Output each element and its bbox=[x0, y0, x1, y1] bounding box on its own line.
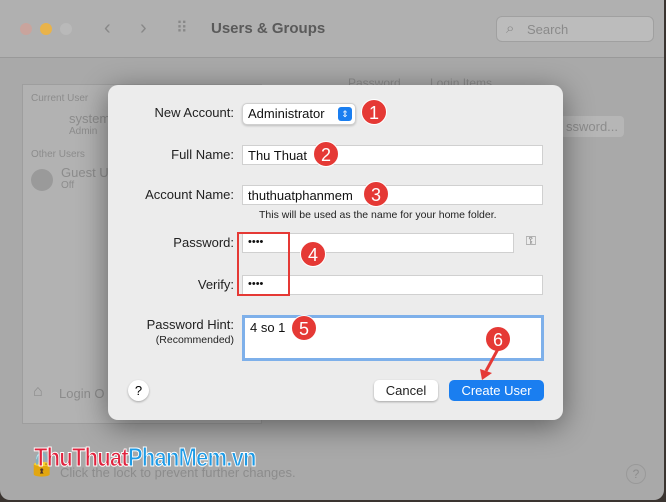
minimize-button[interactable] bbox=[40, 23, 52, 35]
other-users-header: Other Users bbox=[31, 149, 85, 160]
account-type-value: Administrator bbox=[248, 106, 325, 121]
close-button[interactable] bbox=[20, 23, 32, 35]
annotation-5: 5 bbox=[291, 315, 317, 341]
verify-label: Verify: bbox=[197, 277, 234, 292]
guest-name[interactable]: Guest U bbox=[61, 165, 109, 180]
guest-avatar bbox=[31, 169, 53, 191]
account-name-hint: This will be used as the name for your h… bbox=[259, 209, 497, 221]
account-name-field[interactable]: thuthuatphanmem bbox=[242, 185, 543, 205]
password-label: Password: bbox=[173, 235, 234, 250]
title-bar: ‹ › ⠿ Users & Groups ⌕ Search bbox=[0, 0, 664, 58]
annotation-4: 4 bbox=[300, 241, 326, 267]
full-name-label: Full Name: bbox=[171, 147, 234, 162]
create-user-button[interactable]: Create User bbox=[449, 380, 544, 401]
forward-icon[interactable]: › bbox=[140, 17, 147, 40]
hint-label: Password Hint: bbox=[146, 317, 234, 332]
watermark-logo: ThuThuatPhanMem.vn bbox=[34, 442, 257, 473]
search-placeholder: Search bbox=[527, 22, 569, 37]
key-icon[interactable]: ⚿ bbox=[526, 233, 536, 249]
search-input[interactable]: ⌕ Search bbox=[496, 16, 654, 42]
password-highlight-box bbox=[237, 232, 290, 296]
back-icon[interactable]: ‹ bbox=[104, 17, 111, 40]
current-user-header: Current User bbox=[31, 93, 89, 104]
user-name[interactable]: system bbox=[69, 111, 110, 126]
watermark-part1: ThuThuat bbox=[34, 442, 130, 473]
annotation-1: 1 bbox=[361, 99, 387, 125]
full-name-field[interactable]: Thu Thuat bbox=[242, 145, 543, 165]
window-title: Users & Groups bbox=[211, 20, 326, 37]
help-button-bg[interactable]: ? bbox=[626, 464, 646, 484]
help-button[interactable]: ? bbox=[128, 380, 149, 401]
annotation-3: 3 bbox=[363, 181, 389, 207]
grid-icon[interactable]: ⠿ bbox=[176, 18, 188, 38]
arrow-icon bbox=[480, 348, 500, 380]
user-role: Admin bbox=[69, 126, 98, 137]
account-type-select[interactable]: Administrator ⇕ bbox=[242, 103, 356, 125]
new-account-label: New Account: bbox=[154, 105, 235, 120]
zoom-button[interactable] bbox=[60, 23, 72, 35]
house-icon: ⌂ bbox=[33, 383, 43, 400]
change-password-button[interactable]: ssword... bbox=[560, 116, 625, 137]
watermark-part3: .vn bbox=[226, 442, 257, 473]
search-icon: ⌕ bbox=[506, 20, 515, 37]
watermark-part2: PhanMem bbox=[127, 442, 227, 473]
new-account-dialog: New Account: Administrator ⇕ Full Name: T… bbox=[108, 85, 563, 420]
hint-recommended: (Recommended) bbox=[155, 334, 234, 346]
account-name-label: Account Name: bbox=[145, 187, 234, 202]
chevron-updown-icon: ⇕ bbox=[338, 107, 352, 121]
guest-status: Off bbox=[61, 180, 75, 191]
login-options[interactable]: Login O bbox=[59, 386, 105, 401]
window: ‹ › ⠿ Users & Groups ⌕ Search Password Lo… bbox=[0, 0, 664, 500]
cancel-button[interactable]: Cancel bbox=[374, 380, 438, 401]
annotation-2: 2 bbox=[313, 141, 339, 167]
